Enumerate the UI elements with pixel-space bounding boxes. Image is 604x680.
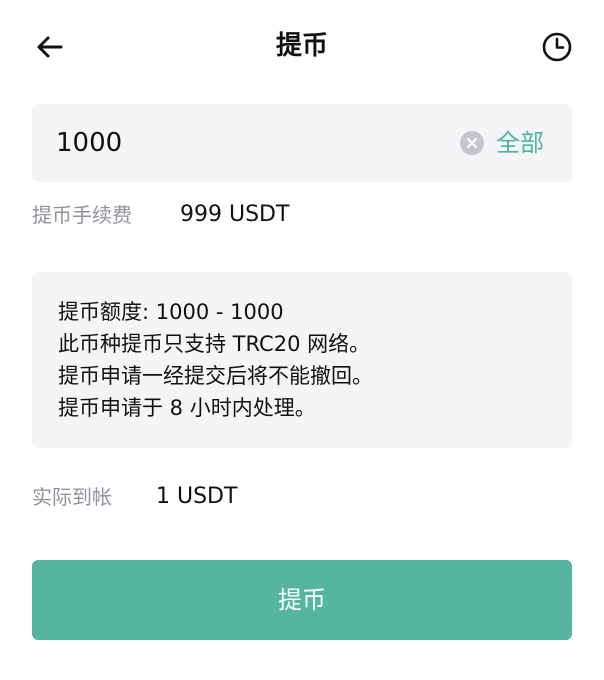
info-list: 提币额度: 1000 - 1000 此币种提币只支持 TRC20 网络。 提币申… <box>58 296 373 424</box>
info-line-network: 此币种提币只支持 TRC20 网络。 <box>58 332 371 356</box>
clear-button[interactable] <box>460 131 484 155</box>
withdraw-submit-button[interactable]: 提币 <box>32 560 572 640</box>
actual-received-label: 实际到帐 <box>32 485 112 509</box>
actual-received-value: 1 USDT <box>156 484 238 509</box>
page-title: 提币 <box>275 31 328 61</box>
amount-input[interactable] <box>56 124 436 162</box>
fee-label: 提币手续费 <box>32 203 132 227</box>
info-line-irrevocable: 提币申请一经提交后将不能撤回。 <box>58 364 373 388</box>
amount-field <box>32 104 572 182</box>
history-button[interactable] <box>540 30 574 64</box>
withdraw-info-panel: 提币额度: 1000 - 1000 此币种提币只支持 TRC20 网络。 提币申… <box>32 272 572 448</box>
info-line-limit: 提币额度: 1000 - 1000 <box>58 300 284 324</box>
withdraw-all-button[interactable]: 全部 <box>496 126 544 160</box>
fee-value: 999 USDT <box>180 202 290 227</box>
info-line-processing-time: 提币申请于 8 小时内处理。 <box>58 396 316 420</box>
clear-icon <box>467 138 477 148</box>
clock-icon <box>542 32 572 62</box>
top-bar: 提币 <box>0 0 604 92</box>
